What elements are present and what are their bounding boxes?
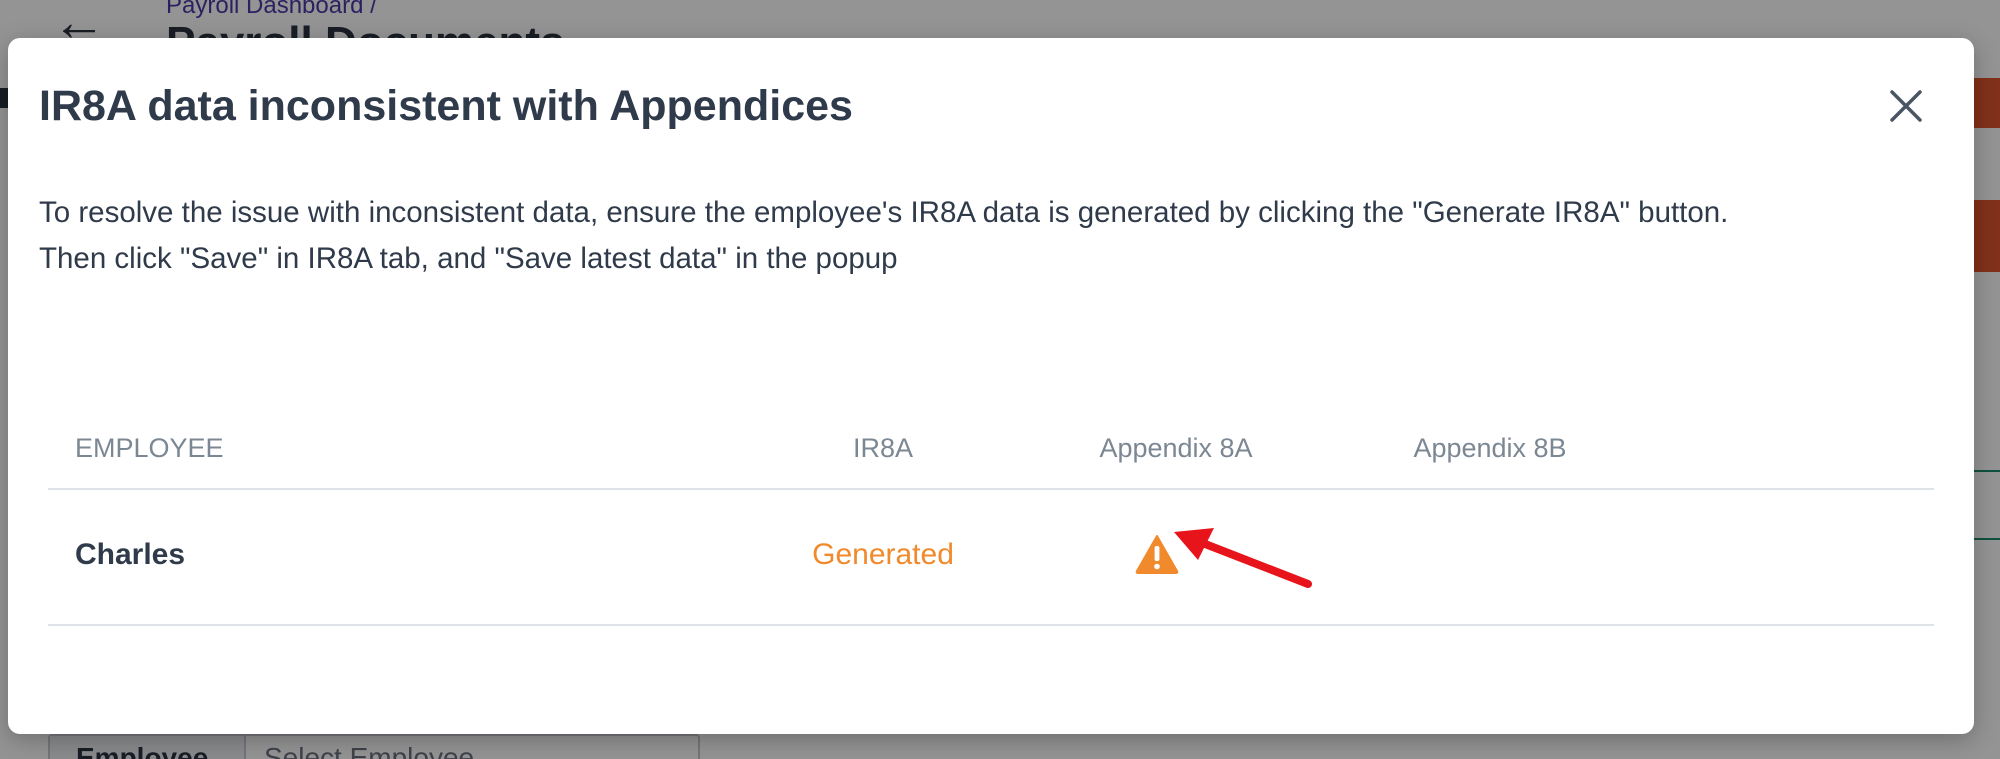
table-header-row: EMPLOYEE IR8A Appendix 8A Appendix 8B <box>48 388 1934 490</box>
warning-icon[interactable] <box>1135 534 1179 574</box>
dialog-title: IR8A data inconsistent with Appendices <box>39 82 853 130</box>
close-button[interactable] <box>1884 84 1928 128</box>
description-line-1: To resolve the issue with inconsistent d… <box>39 196 1729 229</box>
column-header-appendix-8a: Appendix 8A <box>1099 433 1253 463</box>
ir8a-status: Generated <box>812 538 954 571</box>
table-row: Charles Generated <box>48 490 1934 626</box>
employee-name: Charles <box>75 538 186 571</box>
inconsistency-dialog: IR8A data inconsistent with Appendices T… <box>8 38 1974 734</box>
description-line-2: Then click "Save" in IR8A tab, and "Save… <box>39 242 898 275</box>
dialog-description: To resolve the issue with inconsistent d… <box>39 190 1939 282</box>
close-icon <box>1890 90 1922 122</box>
inconsistency-table: EMPLOYEE IR8A Appendix 8A Appendix 8B Ch… <box>48 388 1934 626</box>
column-header-appendix-8b: Appendix 8B <box>1413 433 1567 463</box>
column-header-ir8a: IR8A <box>852 433 914 463</box>
column-header-employee: EMPLOYEE <box>75 433 224 463</box>
